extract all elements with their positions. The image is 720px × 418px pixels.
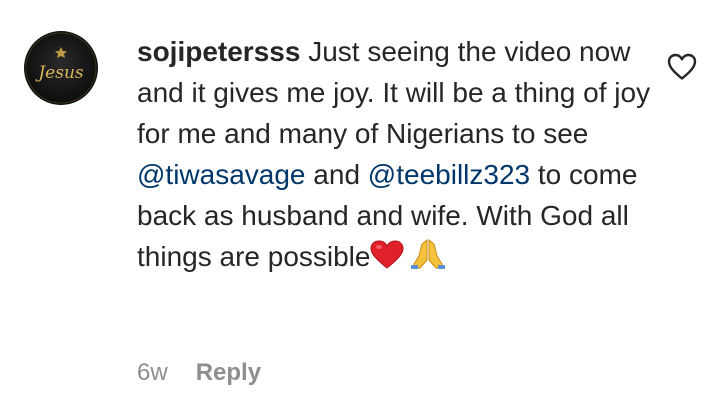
avatar-text: Jesus — [35, 63, 84, 83]
mention-link-1[interactable]: @tiwasavage — [137, 159, 306, 190]
reply-button[interactable]: Reply — [196, 359, 261, 387]
avatar-logo-icon: Jesus — [25, 32, 97, 104]
comment: Jesus sojipetersss Just seeing the video… — [0, 0, 720, 418]
mention-link-2[interactable]: @teebillz323 — [368, 159, 530, 190]
heart-outline-icon — [667, 53, 697, 80]
comment-time[interactable]: 6w — [137, 359, 168, 387]
username-link[interactable]: sojipetersss — [137, 36, 300, 67]
avatar[interactable]: Jesus — [24, 31, 98, 105]
red-heart-icon — [370, 240, 404, 281]
like-button[interactable] — [666, 52, 698, 82]
comment-meta: 6w Reply — [137, 359, 261, 387]
folded-hands-icon — [410, 238, 446, 281]
comment-text-2: and — [305, 159, 368, 190]
comment-body: sojipetersss Just seeing the video now a… — [137, 31, 657, 281]
